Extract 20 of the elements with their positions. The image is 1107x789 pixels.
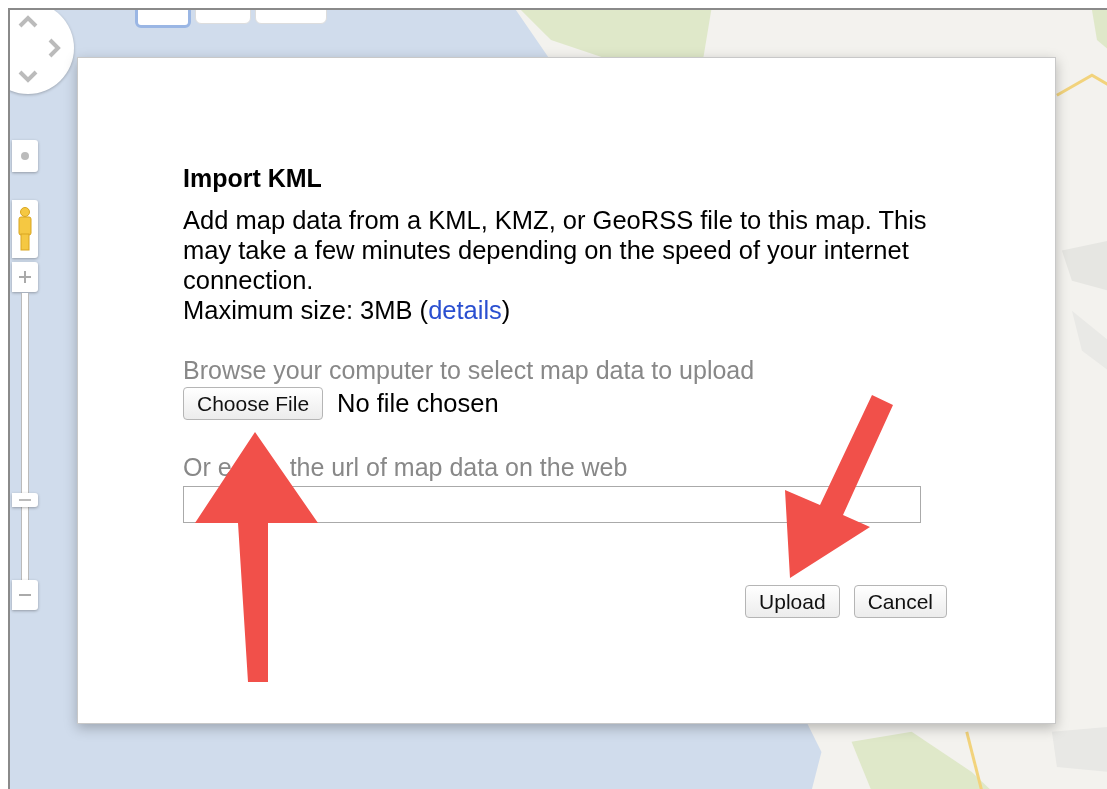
street-view-button[interactable] [12,200,38,258]
zoom-in-button[interactable] [12,262,38,292]
browse-label: Browse your computer to select map data to upload [183,355,756,385]
plus-icon [19,271,31,283]
dot-icon [21,152,29,160]
slider-thumb[interactable] [12,493,38,507]
minus-icon [19,594,31,596]
cancel-button[interactable]: Cancel [853,585,947,618]
person-icon [18,207,32,251]
upload-button[interactable]: Upload [745,585,840,618]
file-status: No file chosen [337,389,499,418]
location-button[interactable] [12,140,38,172]
dialog-title: Import KML [183,163,323,193]
url-label: the url of map data on the web [289,452,628,482]
description-text: Add map data from a KML, KMZ, or GeoRSS file to this map. This may take a few minutes depending on the speed of your internet connection. [183,205,928,295]
zoom-slider[interactable] [12,293,38,581]
details-link[interactable]: details [428,296,502,324]
zoom-out-button[interactable] [12,580,38,610]
choose-file-button[interactable]: Choose File [183,387,324,420]
size-note: Maximum size: 3MB (details) [183,295,512,325]
